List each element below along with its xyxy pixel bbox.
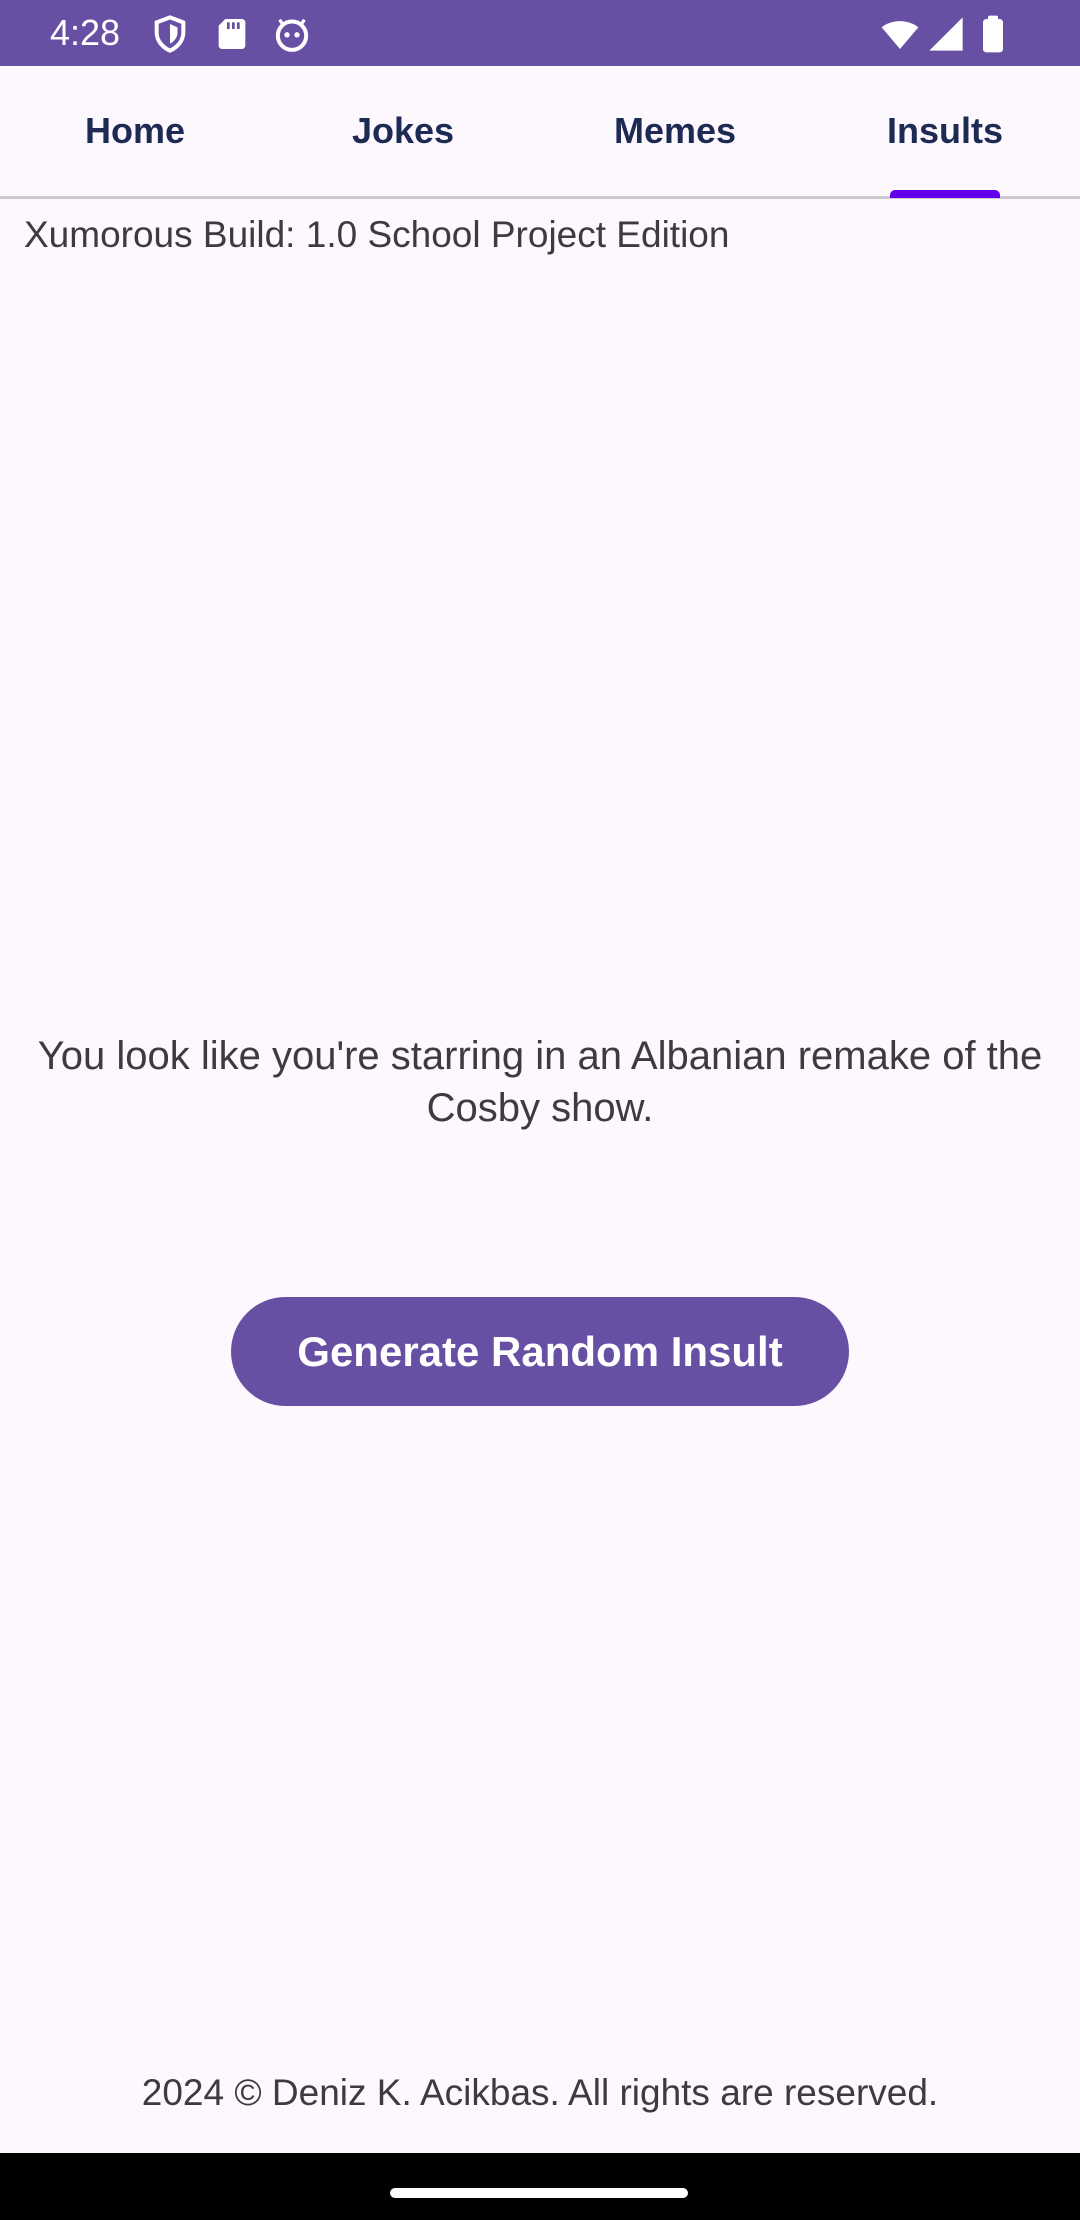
battery-icon — [976, 14, 1010, 54]
signal-icon — [926, 14, 966, 54]
tab-memes[interactable]: Memes — [540, 66, 810, 196]
home-gesture-handle[interactable] — [390, 2188, 688, 2198]
selected-tab-indicator — [890, 190, 1000, 198]
tab-insults[interactable]: Insults — [810, 66, 1080, 196]
tab-bar: Home Jokes Memes Insults — [0, 66, 1080, 199]
navigation-bar — [0, 2153, 1080, 2220]
copyright-footer: 2024 © Deniz K. Acikbas. All rights are … — [141, 2072, 939, 2113]
wifi-icon — [880, 14, 920, 54]
tab-jokes[interactable]: Jokes — [268, 66, 538, 196]
sd-card-icon — [212, 14, 252, 54]
android-face-icon — [272, 14, 312, 54]
status-time: 4:28 — [50, 12, 121, 53]
insult-text: You look like you're starring in an Alba… — [37, 1034, 1043, 1130]
generate-random-insult-button[interactable]: Generate Random Insult — [231, 1297, 849, 1406]
build-label: Xumorous Build: 1.0 School Project Editi… — [24, 214, 730, 255]
tab-home[interactable]: Home — [0, 66, 270, 196]
status-bar: 4:28 — [0, 0, 1080, 66]
shield-icon — [150, 14, 190, 54]
